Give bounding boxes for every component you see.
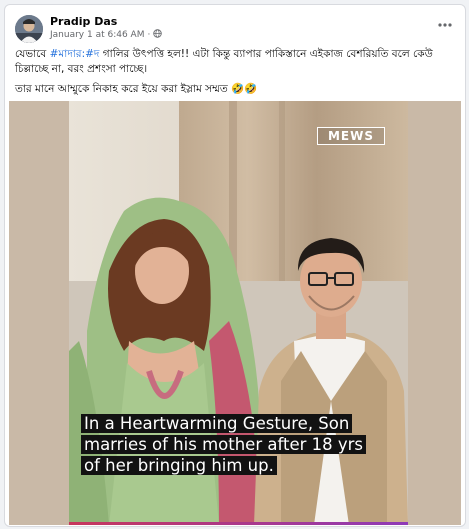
author-avatar[interactable] [15,15,43,43]
post-meta: January 1 at 6:46 AM · [50,29,163,41]
more-options-icon[interactable] [437,13,453,32]
caption-line-1: In a Heartwarming Gesture, Son [81,414,353,433]
video-caption: In a Heartwarming Gesture, Son marries o… [81,413,401,476]
hashtag-link[interactable]: #মাদার:#দ [50,48,100,60]
caption-line-2: marries of his mother after 18 yrs [81,435,367,454]
globe-icon[interactable] [153,29,163,41]
meta-separator: · [147,30,151,40]
post-media[interactable]: MEWS In a Heartwarming Gesture, Son marr… [9,101,461,525]
post-text: যেভাবে #মাদার:#দ গালির উৎপত্তি হল!! এটা … [15,47,455,102]
caption-line-3: of her bringing him up. [81,456,277,475]
video-progress-bar[interactable] [69,522,408,525]
video-frame[interactable]: MEWS In a Heartwarming Gesture, Son marr… [69,101,408,525]
mews-watermark: MEWS [317,127,385,145]
post-text-line-1: যেভাবে #মাদার:#দ গালির উৎপত্তি হল!! এটা … [15,48,433,75]
post-text-line-2: তার মানে আম্মুকে নিকাহ করে ইয়ে করা ইস্ল… [15,83,258,95]
post-date[interactable]: January 1 at 6:46 AM [50,30,144,40]
facebook-post-card: Pradip Das January 1 at 6:46 AM · যেভাবে… [4,4,466,527]
author-name[interactable]: Pradip Das [50,15,117,28]
